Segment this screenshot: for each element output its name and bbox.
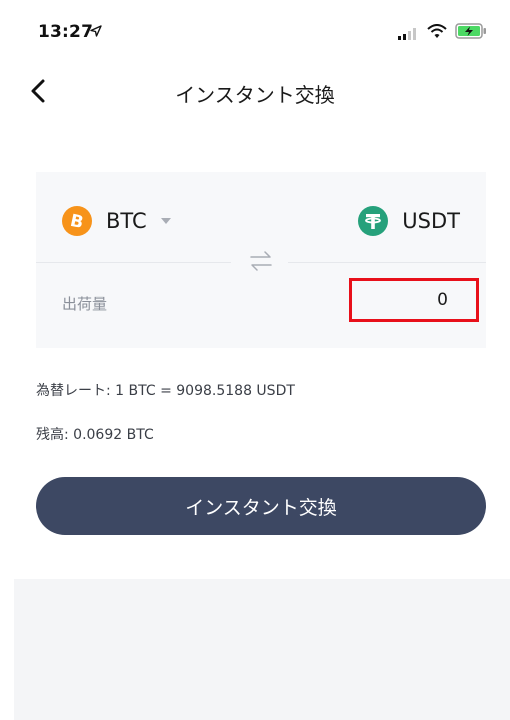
battery-charging-icon (455, 23, 486, 39)
wifi-icon (427, 24, 447, 38)
exchange-rate: 為替レート: 1 BTC = 9098.5188 USDT (36, 380, 295, 400)
instant-exchange-button[interactable]: インスタント交換 (36, 477, 486, 535)
to-coin-label: USDT (402, 209, 460, 233)
swap-arrows-icon[interactable] (248, 250, 274, 272)
svg-text:B: B (68, 211, 85, 233)
rate-label: 為替レート: (36, 383, 111, 399)
nav-bar: インスタント交換 (0, 62, 510, 122)
amount-input[interactable] (349, 278, 479, 322)
swap-card: B BTC USDT 出荷量 (36, 172, 486, 348)
status-time: 13:27 (38, 22, 94, 42)
amount-label: 出荷量 (62, 295, 108, 313)
from-coin-label: BTC (106, 209, 147, 233)
caret-down-icon[interactable] (160, 218, 171, 224)
page-title: インスタント交換 (175, 83, 335, 107)
rate-value: 1 BTC = 9098.5188 USDT (115, 383, 295, 399)
from-coin-selector[interactable]: B BTC (62, 204, 171, 238)
location-arrow-icon (90, 25, 102, 37)
tether-icon (358, 206, 389, 236)
bottom-panel (14, 579, 510, 720)
bitcoin-icon: B (62, 206, 92, 236)
divider (288, 262, 486, 263)
signal-icon (398, 28, 416, 40)
divider (36, 262, 231, 263)
balance-value: 0.0692 BTC (73, 427, 154, 443)
status-bar: 13:27 (0, 0, 510, 62)
balance: 残高: 0.0692 BTC (36, 424, 154, 444)
balance-label: 残高: (36, 427, 69, 443)
to-coin: USDT (358, 204, 460, 238)
